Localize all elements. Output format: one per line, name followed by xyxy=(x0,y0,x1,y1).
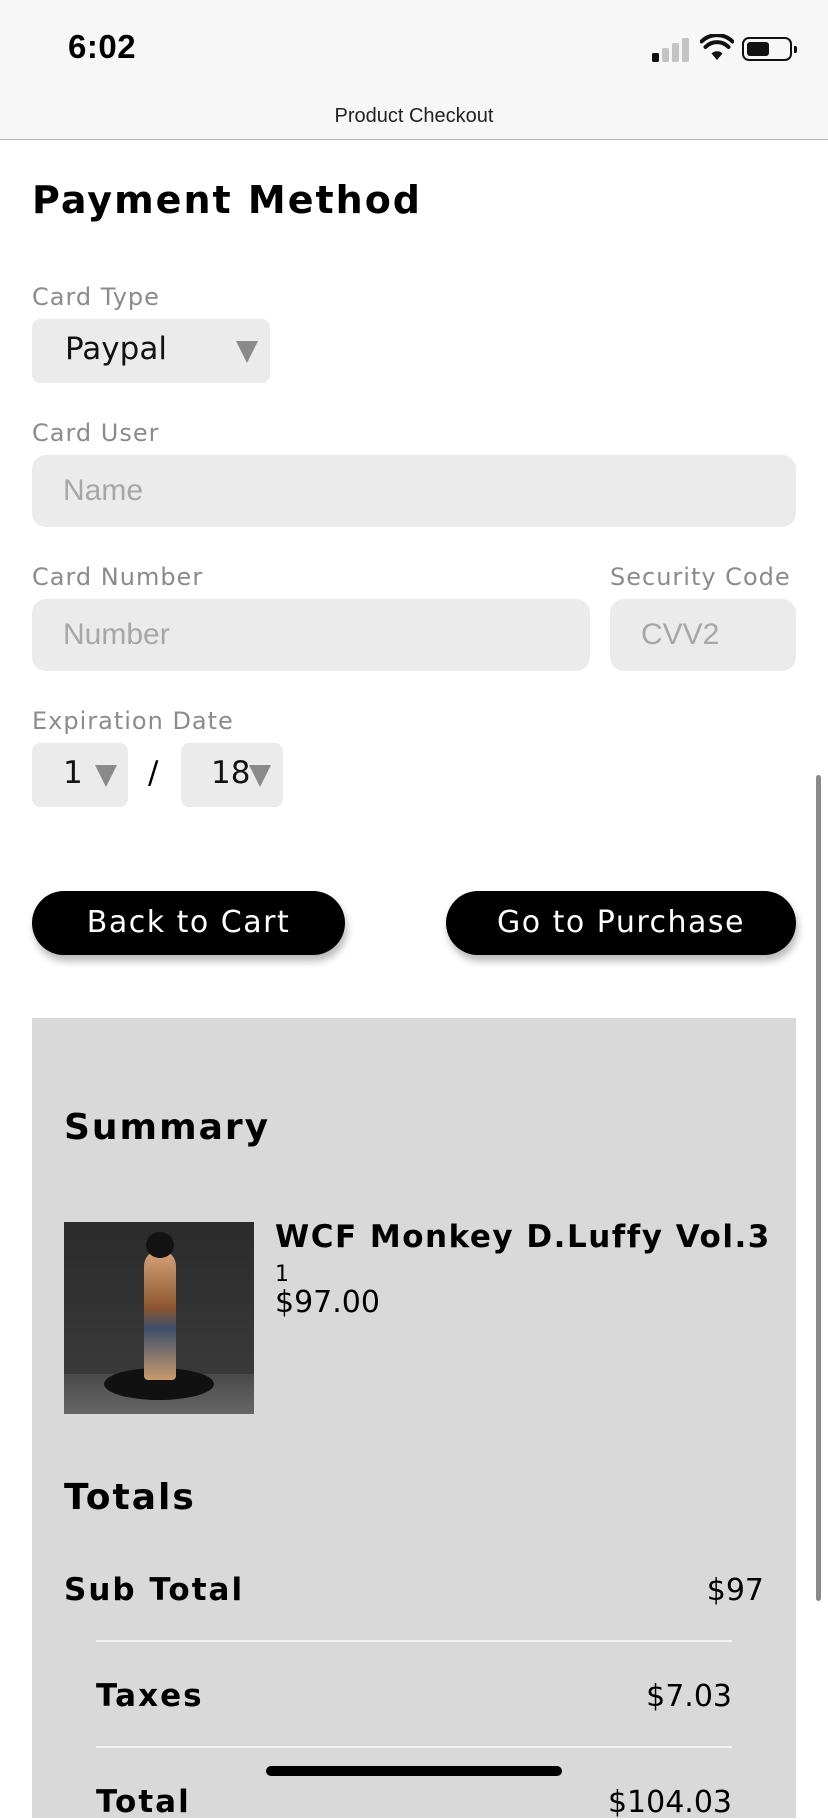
nav-bar: Product Checkout xyxy=(0,92,828,140)
expiration-year-select[interactable]: 18 xyxy=(181,743,283,807)
expiration-month-select[interactable]: 1 xyxy=(32,743,128,807)
summary-heading: Summary xyxy=(64,1107,271,1148)
card-user-label: Card User xyxy=(32,419,160,447)
card-number-input[interactable] xyxy=(32,599,590,671)
status-bar: 6:02 xyxy=(0,0,828,92)
expiration-date-label: Expiration Date xyxy=(32,707,234,735)
product-image xyxy=(64,1222,254,1414)
security-code-label: Security Code xyxy=(610,563,791,591)
expiration-month-value: 1 xyxy=(63,755,83,791)
sub-total-value: $97 xyxy=(706,1573,764,1608)
expiration-separator: / xyxy=(148,755,159,791)
page-title: Product Checkout xyxy=(334,105,494,127)
total-value: $104.03 xyxy=(607,1785,732,1820)
caret-down-icon xyxy=(249,765,271,787)
battery-icon xyxy=(742,37,797,61)
sub-total-label: Sub Total xyxy=(64,1572,245,1608)
product-price: $97.00 xyxy=(275,1285,380,1320)
wifi-icon xyxy=(700,34,734,60)
summary-panel: Summary WCF Monkey D.Luffy Vol.3 1 $97.0… xyxy=(32,1018,796,1820)
card-user-input[interactable] xyxy=(32,455,796,527)
card-type-value: Paypal xyxy=(65,331,167,367)
product-name: WCF Monkey D.Luffy Vol.3 xyxy=(275,1219,771,1255)
security-code-input[interactable] xyxy=(610,599,796,671)
taxes-value: $7.03 xyxy=(646,1679,732,1714)
caret-down-icon xyxy=(236,341,258,363)
divider xyxy=(96,1640,732,1642)
status-time: 6:02 xyxy=(68,28,137,65)
scrollbar[interactable] xyxy=(816,775,821,1601)
totals-heading: Totals xyxy=(64,1477,196,1518)
card-number-label: Card Number xyxy=(32,563,204,591)
product-quantity: 1 xyxy=(275,1262,289,1287)
card-type-label: Card Type xyxy=(32,283,160,311)
payment-method-heading: Payment Method xyxy=(32,178,423,222)
divider xyxy=(96,1746,732,1748)
go-to-purchase-button[interactable]: Go to Purchase xyxy=(446,891,796,955)
taxes-label: Taxes xyxy=(96,1678,204,1714)
total-label: Total xyxy=(96,1784,191,1820)
signal-icon xyxy=(652,36,692,62)
back-to-cart-button[interactable]: Back to Cart xyxy=(32,891,345,955)
expiration-year-value: 18 xyxy=(211,755,251,791)
card-type-select[interactable]: Paypal xyxy=(32,319,270,383)
home-indicator[interactable] xyxy=(266,1766,562,1776)
caret-down-icon xyxy=(95,765,117,787)
